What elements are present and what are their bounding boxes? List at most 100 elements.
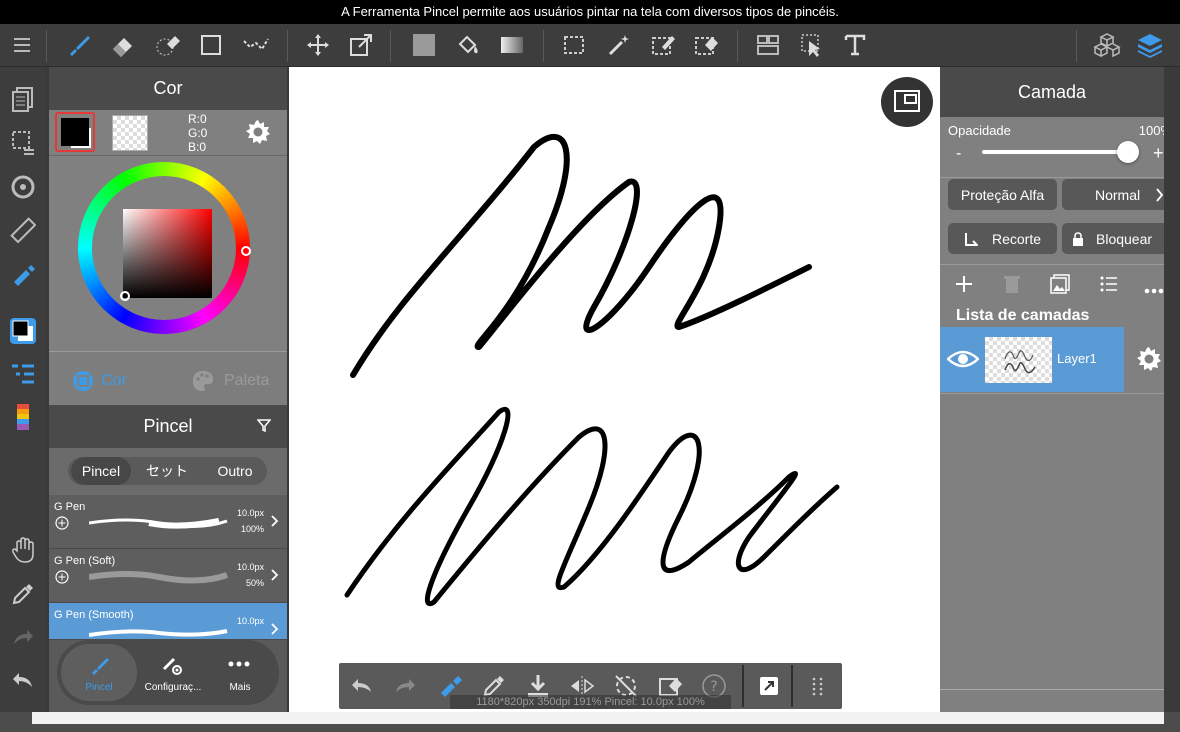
layer-row[interactable]: Layer1 [940, 327, 1124, 392]
clip-arrow-icon [964, 232, 978, 246]
fill-rect-icon[interactable] [409, 30, 439, 60]
left-rail [0, 67, 46, 732]
more-icon [228, 661, 250, 667]
layer-list-menu-icon[interactable] [1099, 274, 1119, 299]
svg-text:?: ? [710, 679, 717, 695]
drawing-canvas[interactable] [289, 67, 940, 712]
magic-wand-icon[interactable] [604, 30, 634, 60]
export-icon[interactable] [754, 671, 784, 701]
status-info: 1180*820px 350dpi 191% Pincel: 10.0px 10… [450, 695, 731, 709]
transform-tool-icon[interactable] [346, 30, 376, 60]
pen-fill-icon[interactable] [8, 260, 38, 290]
rect-select-icon[interactable] [559, 30, 589, 60]
layer-list-title: Lista de camadas [956, 307, 1090, 324]
eye-icon [947, 350, 979, 368]
layer-panel-title: Camada [940, 67, 1164, 117]
color-wheel-area[interactable] [49, 156, 287, 350]
brush-item-selected[interactable]: G Pen (Smooth) 10.0px [49, 603, 287, 640]
menu-icon[interactable] [7, 30, 37, 60]
document-icon[interactable] [8, 84, 38, 114]
delete-layer-icon[interactable] [1003, 274, 1021, 299]
undo-action-icon[interactable] [347, 671, 377, 701]
window-icon [894, 90, 920, 112]
nav-settings[interactable]: Configuraç... [137, 644, 209, 701]
clipping-button[interactable]: Recorte [948, 223, 1057, 254]
text-tool-icon[interactable] [840, 30, 870, 60]
opacity-label: Opacidade [948, 123, 1011, 138]
frame-tool-icon[interactable] [753, 30, 783, 60]
line-tool-icon[interactable] [241, 30, 271, 60]
color-slider-icon[interactable] [8, 403, 38, 433]
layer-panel: Camada Opacidade 100% - + Proteção Alfa … [940, 67, 1172, 712]
canvas-view-toggle[interactable] [881, 77, 933, 127]
layer-visibility-toggle[interactable] [940, 327, 984, 392]
grid-handle-icon[interactable] [803, 671, 833, 701]
hand-tool-icon[interactable] [8, 535, 38, 565]
tab-set[interactable]: セット [136, 457, 198, 485]
opacity-minus-button[interactable]: - [956, 145, 961, 163]
layer-more-icon[interactable] [1144, 281, 1164, 299]
color-settings-gear-icon[interactable] [245, 119, 271, 150]
chevron-right-icon [271, 623, 279, 635]
alpha-protect-button[interactable]: Proteção Alfa [948, 179, 1057, 210]
layer-image-icon[interactable] [1050, 274, 1070, 299]
select-pen-icon[interactable] [648, 30, 678, 60]
add-layer-icon[interactable] [954, 274, 974, 299]
nav-brush[interactable]: Pincel [61, 644, 137, 701]
layer-list-icon[interactable] [8, 359, 38, 389]
tab-color[interactable]: Cor [71, 369, 127, 393]
saturation-value-square[interactable] [123, 209, 212, 298]
tab-palette[interactable]: Paleta [191, 369, 269, 393]
lock-button[interactable]: Bloquear [1062, 223, 1172, 254]
main-color-swatch[interactable] [55, 112, 95, 152]
selection-eraser-icon[interactable] [153, 30, 183, 60]
brush-tool-icon[interactable] [64, 30, 94, 60]
brush-item[interactable]: G Pen 10.0px 100% [49, 495, 287, 549]
materials-icon[interactable] [1092, 30, 1122, 60]
hue-handle[interactable] [241, 246, 251, 256]
brush-name: G Pen (Smooth) [54, 609, 134, 621]
bottom-nav: Pincel Configuraç... Mais [57, 640, 279, 705]
blend-chevron-right-icon [1156, 188, 1164, 202]
color-tabs: Cor Paleta [49, 351, 287, 405]
eraser-tool-icon[interactable] [108, 30, 138, 60]
layer-settings-gear-icon[interactable] [1136, 346, 1162, 377]
chevron-right-icon [271, 569, 279, 581]
filter-icon[interactable] [256, 418, 272, 437]
redo-action-icon[interactable] [390, 671, 420, 701]
layer-thumbnail [985, 337, 1052, 383]
tab-pincel[interactable]: Pincel [71, 457, 131, 485]
brush-stroke-preview [89, 518, 228, 529]
move-tool-icon[interactable] [303, 30, 333, 60]
sv-handle[interactable] [120, 291, 130, 301]
lock-icon [1073, 231, 1083, 246]
right-edge-strip [1164, 67, 1180, 732]
brush-opacity: 50% [245, 578, 264, 588]
ruler-icon[interactable] [8, 215, 38, 245]
rough-stroke [350, 133, 812, 378]
color-panel: Cor R:0 G:0 B:0 Cor Paleta [49, 67, 287, 405]
transparent-color-swatch[interactable] [112, 115, 148, 151]
eyedropper-icon[interactable] [8, 579, 38, 609]
top-toolbar [0, 24, 1180, 67]
smooth-stroke [344, 406, 840, 607]
color-swatch-icon[interactable] [8, 316, 38, 346]
opacity-plus-button[interactable]: + [1153, 143, 1164, 164]
brush-item[interactable]: G Pen (Soft) 10.0px 50% [49, 549, 287, 603]
bottom-strip [0, 712, 1180, 732]
opacity-slider-thumb[interactable] [1117, 141, 1139, 163]
tab-outro[interactable]: Outro [204, 457, 266, 485]
object-select-icon[interactable] [797, 30, 827, 60]
redo-icon[interactable] [8, 622, 38, 652]
rotate-canvas-icon[interactable] [8, 172, 38, 202]
undo-icon[interactable] [8, 665, 38, 695]
nav-more[interactable]: Mais [207, 644, 273, 701]
select-eraser-icon[interactable] [691, 30, 721, 60]
layers-toggle-icon[interactable] [1135, 30, 1165, 60]
gradient-tool-icon[interactable] [497, 30, 527, 60]
selection-menu-icon[interactable] [8, 127, 38, 157]
bucket-tool-icon[interactable] [453, 30, 483, 60]
shape-tool-icon[interactable] [196, 30, 226, 60]
opacity-slider-track[interactable] [982, 141, 1139, 163]
tooltip-bar: A Ferramenta Pincel permite aos usuários… [0, 0, 1180, 24]
